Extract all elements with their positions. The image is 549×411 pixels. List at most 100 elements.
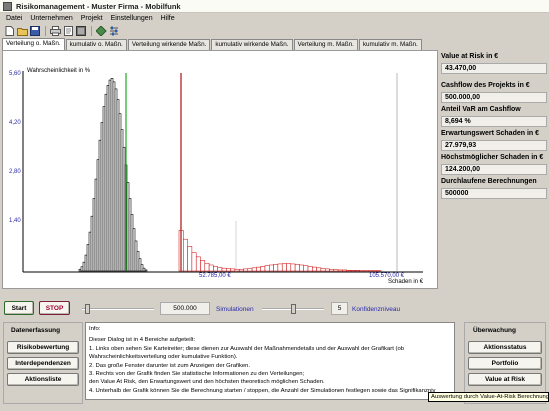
info-line: 3. Rechts von der Grafik finden Sie stat… bbox=[89, 371, 305, 378]
histogram-bar bbox=[136, 251, 140, 272]
window-title: Risikomanagement - Muster Firma - Mobilf… bbox=[16, 1, 181, 11]
histogram-bar bbox=[90, 215, 94, 272]
histogram-bar bbox=[104, 93, 108, 272]
histogram-bar bbox=[134, 240, 138, 272]
histogram-bar bbox=[84, 254, 88, 272]
histogram-bar-with-measures bbox=[329, 268, 335, 272]
value-at-risk-button[interactable]: Value at Risk bbox=[468, 373, 542, 386]
tab-verteilung-ohne[interactable]: Verteilung o. Maßn. bbox=[2, 38, 65, 50]
stop-button[interactable]: STOP bbox=[39, 301, 70, 315]
histogram-bar-with-measures bbox=[238, 268, 244, 272]
info-title: Info: bbox=[89, 326, 101, 332]
menu-bar: Datei Unternehmen Projekt Einstellungen … bbox=[0, 13, 549, 24]
histogram-bar bbox=[144, 269, 148, 272]
info-textbox[interactable]: Info: Dieser Dialog ist in 4 Bereiche au… bbox=[85, 322, 455, 400]
histogram-bar-with-measures bbox=[350, 270, 356, 272]
histogram-bar bbox=[88, 231, 92, 272]
histogram-bar bbox=[128, 198, 132, 272]
histogram-bar-with-measures bbox=[355, 270, 360, 272]
menu-hilfe[interactable]: Hilfe bbox=[157, 15, 179, 22]
interdependenzen-button[interactable]: Interdependenzen bbox=[7, 357, 79, 370]
histogram-bar-with-measures bbox=[264, 265, 270, 272]
edit-icon[interactable] bbox=[95, 26, 107, 37]
confidence-label: Konfidenzniveau bbox=[352, 306, 401, 313]
histogram-bar-with-measures bbox=[226, 268, 231, 272]
histogram-bar-with-measures bbox=[217, 267, 223, 272]
histogram-bar bbox=[138, 258, 142, 272]
histogram-bar-with-measures bbox=[204, 262, 210, 272]
tab-kumulativ-mit[interactable]: kumulativ m. Maßn. bbox=[358, 39, 422, 50]
menu-unternehmen[interactable]: Unternehmen bbox=[26, 15, 76, 22]
portfolio-button[interactable]: Portfolio bbox=[468, 357, 542, 370]
confidence-slider[interactable] bbox=[262, 304, 324, 314]
iterations-label: Durchlaufene Berechnungen bbox=[441, 178, 537, 185]
histogram-bar-with-measures bbox=[251, 267, 257, 272]
start-button[interactable]: Start bbox=[4, 301, 34, 315]
max-loss-value: 124.200,00 bbox=[441, 164, 547, 175]
histogram-bar-with-measures bbox=[281, 263, 287, 272]
risikobewertung-button[interactable]: Risikobewertung bbox=[7, 341, 79, 354]
print-icon[interactable] bbox=[49, 26, 61, 37]
histogram-bar bbox=[122, 146, 126, 272]
histogram-bar bbox=[126, 182, 130, 272]
simulations-value[interactable]: 500.000 bbox=[160, 302, 210, 315]
chart-panel: Wahrscheinlichkeit in % Schaden in € 5,6… bbox=[2, 50, 438, 289]
histogram-bar-with-measures bbox=[299, 264, 304, 272]
expected-loss-value: 27.979,93 bbox=[441, 140, 547, 151]
cashflow-value: 500.000,00 bbox=[441, 92, 547, 103]
histogram-bar bbox=[106, 85, 110, 272]
y-tick-label: 1,40 bbox=[9, 218, 21, 224]
tab-verteilung-wirkende[interactable]: Verteilung wirkende Maßn. bbox=[127, 39, 211, 50]
simulations-slider[interactable] bbox=[82, 304, 154, 314]
slider-thumb[interactable] bbox=[85, 304, 91, 314]
histogram-bar-with-measures bbox=[286, 263, 292, 272]
title-bar: Risikomanagement - Muster Firma - Mobilf… bbox=[0, 0, 549, 13]
menu-einstellungen[interactable]: Einstellungen bbox=[107, 15, 157, 22]
aktionsstatus-button[interactable]: Aktionsstatus bbox=[468, 341, 542, 354]
tab-kumulativ-wirkende[interactable]: kumulativ wirkende Maßn. bbox=[211, 39, 293, 50]
confidence-value[interactable]: 5 bbox=[331, 302, 348, 315]
slider-thumb[interactable] bbox=[290, 304, 296, 314]
settings-icon[interactable] bbox=[108, 26, 120, 37]
histogram-bar bbox=[100, 122, 104, 272]
save-icon[interactable] bbox=[29, 26, 41, 37]
var-value: 43.470,00 bbox=[441, 63, 547, 74]
kpi-panel: Value at Risk in € 43.470,00 Cashflow de… bbox=[441, 50, 547, 199]
open-folder-icon[interactable] bbox=[16, 26, 28, 37]
histogram-bar-with-measures bbox=[320, 268, 326, 272]
histogram-bar-with-measures bbox=[191, 252, 197, 272]
tab-kumulativ-ohne[interactable]: kumulativ o. Maßn. bbox=[65, 39, 127, 50]
slider-track bbox=[82, 308, 154, 310]
histogram-bar-with-measures bbox=[316, 267, 322, 272]
histogram-bar-with-measures bbox=[290, 263, 296, 272]
histogram-bar-with-measures bbox=[294, 264, 300, 272]
y-tick-label: 2,80 bbox=[9, 169, 21, 175]
histogram-bar-with-measures bbox=[247, 268, 253, 272]
new-file-icon[interactable] bbox=[3, 26, 15, 37]
histogram-bar bbox=[98, 139, 102, 272]
aktionsliste-button[interactable]: Aktionsliste bbox=[7, 373, 79, 386]
histogram-bar-with-measures bbox=[260, 266, 266, 272]
preview-icon[interactable] bbox=[62, 26, 74, 37]
info-line: 2. Das große Fenster darunter ist zum An… bbox=[89, 362, 251, 369]
info-line: 4. Unterhalb der Grafik können Sie die B… bbox=[89, 387, 436, 394]
x-marker-label: 52.785,00 € bbox=[199, 273, 231, 279]
histogram-bar bbox=[92, 198, 96, 272]
histogram-bar bbox=[140, 264, 144, 272]
tab-verteilung-mit[interactable]: Verteilung m. Maßn. bbox=[293, 39, 358, 50]
histogram-bar bbox=[112, 81, 116, 272]
histogram-bar bbox=[110, 78, 114, 272]
toolbar bbox=[0, 24, 549, 38]
histogram-bar bbox=[118, 113, 122, 272]
histogram-bar-with-measures bbox=[337, 269, 343, 272]
toolbar-separator bbox=[91, 26, 92, 36]
histogram-bar bbox=[142, 267, 146, 272]
var-label: Value at Risk in € bbox=[441, 53, 499, 60]
export-icon[interactable] bbox=[75, 26, 87, 37]
ueberwachung-title: Überwachung bbox=[473, 327, 516, 334]
histogram-bar-with-measures bbox=[273, 264, 279, 272]
max-loss-label: Höchstmöglicher Schaden in € bbox=[441, 154, 544, 161]
menu-projekt[interactable]: Projekt bbox=[77, 15, 107, 22]
menu-datei[interactable]: Datei bbox=[2, 15, 26, 22]
histogram-bar bbox=[94, 178, 98, 272]
